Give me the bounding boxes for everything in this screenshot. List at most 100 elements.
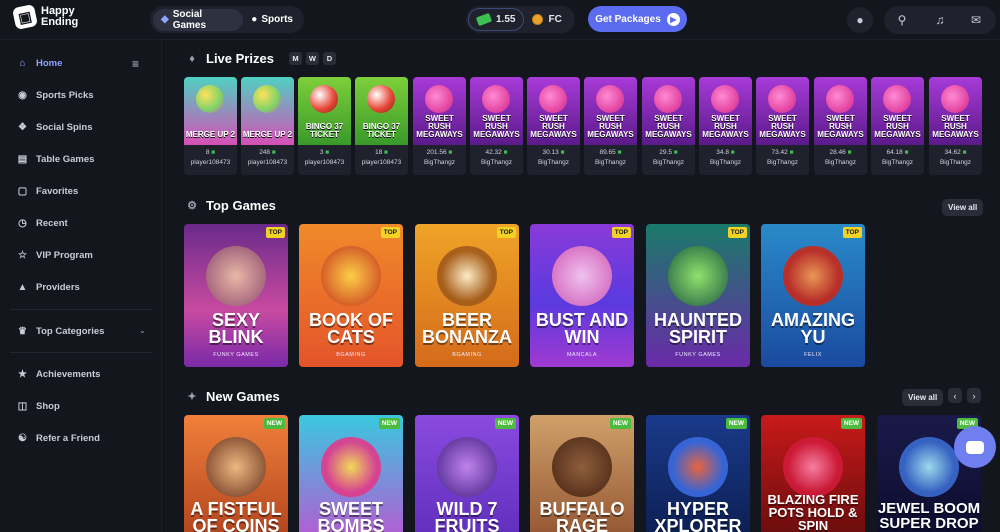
balance-fc[interactable]: FC <box>532 14 562 25</box>
sidebar-item-home[interactable]: ⌂ Home <box>17 58 62 69</box>
game-art <box>552 246 612 306</box>
cart-icon: ◫ <box>17 401 28 412</box>
prize-card[interactable]: SWEET RUSH MEGAWAYS 28.46 ■ BigThangz <box>814 77 867 175</box>
filter-week[interactable]: W <box>305 52 319 65</box>
prize-card[interactable]: MERGE UP 2 248 ■ player108473 <box>241 77 294 175</box>
profile-button[interactable]: ● <box>847 7 873 33</box>
cash-icon: ■ <box>560 149 565 156</box>
game-art <box>437 437 497 497</box>
top-games-title: Top Games <box>206 198 276 213</box>
game-art <box>711 85 739 113</box>
game-card[interactable]: NEW HYPER XPLORER <box>646 415 750 532</box>
cherries-icon: ♦ <box>189 52 195 65</box>
prize-card[interactable]: SWEET RUSH MEGAWAYS 73.42 ■ BigThangz <box>756 77 809 175</box>
sidebar-item-table-games[interactable]: ▤ Table Games <box>17 154 95 165</box>
game-card[interactable]: TOP AMAZING YU FELIX <box>761 224 865 367</box>
heart-icon: ▢ <box>17 186 28 197</box>
users-icon: ☯ <box>18 433 27 444</box>
game-art <box>783 437 843 497</box>
sidebar-item-favorites[interactable]: ▢ Favorites <box>17 186 78 197</box>
game-card[interactable]: TOP BEER BONANZA BGAMING <box>415 224 519 367</box>
prize-card[interactable]: SWEET RUSH MEGAWAYS 34.8 ■ BigThangz <box>699 77 752 175</box>
game-card[interactable]: TOP HAUNTED SPIRIT FUNKY GAMES <box>646 224 750 367</box>
game-card[interactable]: NEW WILD 7 FRUITS <box>415 415 519 532</box>
logo-line2: Ending <box>41 16 79 28</box>
chat-icon[interactable]: ✉ <box>966 10 986 30</box>
game-card[interactable]: TOP BOOK OF CATS BGAMING <box>299 224 403 367</box>
game-card[interactable]: NEW A FISTFUL OF COINS <box>184 415 288 532</box>
tab-sports[interactable]: ● Sports <box>243 9 301 31</box>
game-art <box>425 85 453 113</box>
sidebar-divider <box>10 309 152 310</box>
get-packages-button[interactable]: Get Packages ▶ <box>588 6 687 32</box>
football-icon: ◉ <box>18 90 27 101</box>
prize-card[interactable]: SWEET RUSH MEGAWAYS 64.18 ■ BigThangz <box>871 77 924 175</box>
new-games-view-all-button[interactable]: View all <box>902 389 944 406</box>
new-badge: NEW <box>840 418 862 429</box>
sidebar-item-achievements[interactable]: ★ Achievements <box>17 369 100 380</box>
top-badge: TOP <box>380 227 400 238</box>
top-games-view-all-button[interactable]: View all <box>942 199 984 216</box>
logo-icon: ▣ <box>11 3 39 31</box>
filter-day[interactable]: D <box>322 52 336 65</box>
prize-card[interactable]: SWEET RUSH MEGAWAYS 30.13 ■ BigThangz <box>527 77 580 175</box>
clock-icon: ◷ <box>18 218 27 229</box>
sidebar-item-shop[interactable]: ◫ Shop <box>17 401 60 412</box>
filter-month[interactable]: M <box>288 52 302 65</box>
game-card[interactable]: NEW BLAZING FIRE POTS HOLD & SPIN <box>761 415 865 532</box>
prize-card[interactable]: SWEET RUSH MEGAWAYS 201.56 ■ BigThangz <box>413 77 466 175</box>
game-art <box>596 85 624 113</box>
tab-social-games[interactable]: ◆ Social Games <box>153 8 244 31</box>
prize-card[interactable]: SWEET RUSH MEGAWAYS 42.32 ■ BigThangz <box>470 77 523 175</box>
support-chat-button[interactable] <box>954 426 996 468</box>
prize-card[interactable]: BINGO 37 TICKET 3 ■ player108473 <box>298 77 351 175</box>
game-card[interactable]: TOP SEXY BLINK FUNKY GAMES <box>184 224 288 367</box>
game-art <box>668 246 728 306</box>
new-badge: NEW <box>725 418 747 429</box>
cash-icon: ■ <box>503 149 508 156</box>
game-art <box>783 246 843 306</box>
game-card[interactable]: TOP BUST AND WIN MANCALA <box>530 224 634 367</box>
game-art <box>321 437 381 497</box>
sidebar-item-refer-a-friend[interactable]: ☯ Refer a Friend <box>17 433 100 444</box>
game-art <box>482 85 510 113</box>
prize-card[interactable]: SWEET RUSH MEGAWAYS 89.65 ■ BigThangz <box>584 77 637 175</box>
sidebar-item-sports-picks[interactable]: ◉ Sports Picks <box>17 90 93 101</box>
new-games-title: New Games <box>206 389 280 404</box>
game-art <box>437 246 497 306</box>
game-art <box>899 437 959 497</box>
prize-card[interactable]: BINGO 37 TICKET 18 ■ player108473 <box>355 77 408 175</box>
prize-card[interactable]: SWEET RUSH MEGAWAYS 29.5 ■ BigThangz <box>642 77 695 175</box>
cash-icon <box>475 12 493 27</box>
logo[interactable]: ▣ Happy Ending <box>11 3 79 31</box>
sidebar-item-top-categories[interactable]: ♛ Top Categories <box>17 326 104 337</box>
bell-icon[interactable]: ♫ <box>930 10 950 30</box>
sidebar-item-providers[interactable]: ▲ Providers <box>17 282 80 293</box>
prize-card[interactable]: SWEET RUSH MEGAWAYS 34.62 ■ BigThangz <box>929 77 982 175</box>
balance-gc[interactable]: 1.55 <box>468 8 525 31</box>
carousel-prev-button[interactable]: ‹ <box>948 388 962 403</box>
sidebar-item-social-spins[interactable]: ❖ Social Spins <box>17 122 92 133</box>
carousel-next-button[interactable]: › <box>967 388 981 403</box>
cash-icon: ■ <box>730 149 735 156</box>
chevron-down-icon[interactable]: ⌄ <box>139 326 146 335</box>
chat-bubble-icon <box>966 440 984 454</box>
cash-icon: ■ <box>211 149 216 156</box>
game-card[interactable]: NEW BUFFALO RAGE <box>530 415 634 532</box>
collapse-sidebar-icon[interactable]: ≡ <box>132 57 139 71</box>
sidebar-item-recent[interactable]: ◷ Recent <box>17 218 68 229</box>
new-badge: NEW <box>378 418 400 429</box>
cash-icon: ■ <box>904 149 909 156</box>
ball-icon: ● <box>251 14 258 25</box>
new-badge: NEW <box>263 418 285 429</box>
top-badge: TOP <box>842 227 862 238</box>
crown-icon: ♛ <box>18 326 27 337</box>
game-card[interactable]: NEW SWEET BOMBS <box>299 415 403 532</box>
sidebar-item-vip-program[interactable]: ☆ VIP Program <box>17 250 93 261</box>
search-icon[interactable]: ⚲ <box>892 10 912 30</box>
game-art <box>668 437 728 497</box>
new-badge: NEW <box>609 418 631 429</box>
top-badge: TOP <box>265 227 285 238</box>
trophy-icon: ☆ <box>18 250 27 261</box>
prize-card[interactable]: MERGE UP 28 ■ player108473 <box>184 77 237 175</box>
